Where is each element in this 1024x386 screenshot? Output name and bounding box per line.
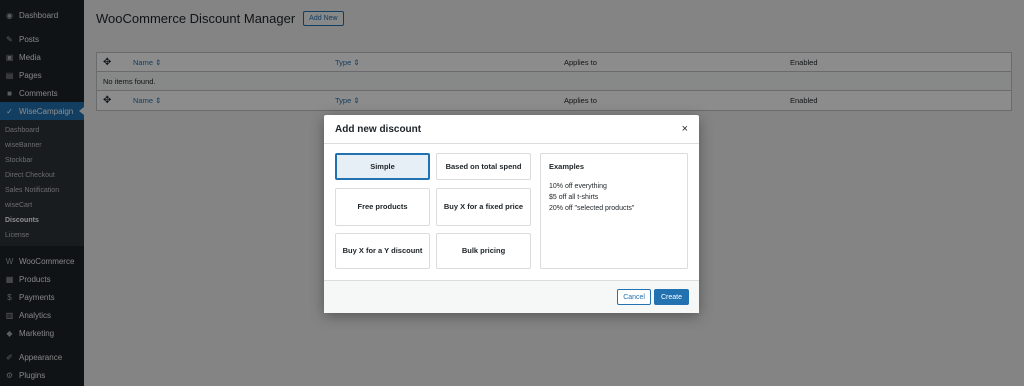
option-bulk-pricing[interactable]: Bulk pricing <box>436 233 531 269</box>
option-simple[interactable]: Simple <box>335 153 430 180</box>
option-buy-x-for-y-discount[interactable]: Buy X for a Y discount <box>335 233 430 269</box>
examples-panel: Examples 10% off everything $5 off all t… <box>540 153 688 269</box>
modal-title: Add new discount <box>335 123 422 135</box>
option-based-on-total-spend[interactable]: Based on total spend <box>436 153 531 180</box>
example-line: 10% off everything <box>549 183 607 190</box>
add-discount-modal: Add new discount × Simple Based on total… <box>324 115 699 313</box>
option-free-products[interactable]: Free products <box>335 188 430 226</box>
modal-footer: Cancel Create <box>324 280 699 313</box>
cancel-button[interactable]: Cancel <box>617 289 651 305</box>
examples-title: Examples <box>549 162 585 171</box>
modal-header: Add new discount × <box>324 115 699 144</box>
example-line: 20% off "selected products" <box>549 205 635 212</box>
close-icon[interactable]: × <box>682 123 688 135</box>
create-button[interactable]: Create <box>653 289 689 305</box>
option-buy-x-fixed-price[interactable]: Buy X for a fixed price <box>436 188 531 226</box>
modal-body: Simple Based on total spend Free product… <box>324 144 699 280</box>
example-line: $5 off all t-shirts <box>549 194 599 201</box>
